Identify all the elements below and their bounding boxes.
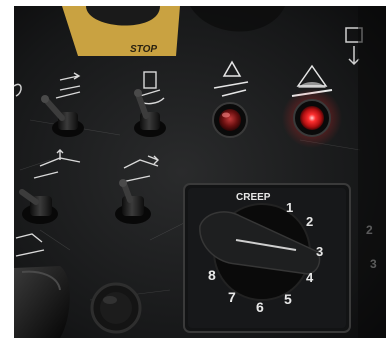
- svg-text:3: 3: [370, 257, 377, 271]
- rotary-knob-left[interactable]: [14, 266, 70, 338]
- stop-label: STOP: [130, 44, 157, 55]
- dial-number-1: 1: [286, 200, 293, 215]
- dial-number-3: 3: [316, 244, 323, 259]
- indicator-light-on: [282, 88, 342, 148]
- cover-plug: [90, 282, 142, 334]
- dial-number-4: 4: [306, 270, 314, 285]
- dial-number-6: 6: [256, 299, 264, 315]
- dial-label-creep: CREEP: [236, 192, 271, 203]
- indicator-light-off: [212, 102, 248, 138]
- control-panel-photo: STOP CREEP 1 2 3 4 5 6 7 8 2 3: [0, 0, 388, 343]
- emergency-stop[interactable]: STOP: [62, 6, 180, 56]
- speed-selector[interactable]: CREEP 1 2 3 4 5 6 7 8: [183, 183, 351, 333]
- dial-number-7: 7: [228, 289, 236, 305]
- dial-number-8: 8: [208, 267, 216, 283]
- dial-number-2: 2: [306, 214, 313, 229]
- dial-number-5: 5: [284, 291, 292, 307]
- svg-text:2: 2: [366, 223, 373, 237]
